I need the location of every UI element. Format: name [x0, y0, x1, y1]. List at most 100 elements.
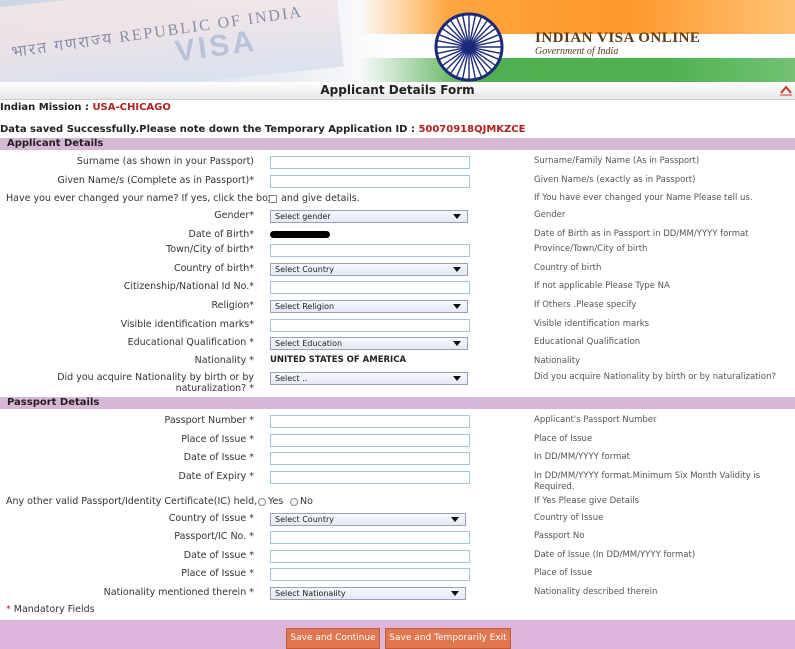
education-value: Select Education — [275, 339, 343, 348]
religion-select[interactable]: Select Religion — [270, 300, 468, 313]
gender-select[interactable]: Select gender — [270, 210, 468, 223]
ic-country-label: Country of Issue * — [168, 513, 254, 524]
ic-place-of-issue-hint: Place of Issue — [534, 568, 593, 578]
citizenship-input[interactable] — [270, 281, 470, 294]
education-hint: Educational Qualification — [534, 337, 641, 347]
save-and-exit-button[interactable]: Save and Temporarily Exit — [385, 628, 511, 649]
save-message: Data saved Successfully.Please note down… — [0, 124, 525, 135]
temporary-application-id: 50070918QJMKZCE — [418, 124, 526, 135]
nationality-value: UNITED STATES OF AMERICA — [270, 355, 407, 365]
flag-saffron-band — [360, 0, 795, 34]
other-passport-no-label: No — [300, 496, 313, 507]
date-of-issue-hint: In DD/MM/YYYY format — [534, 452, 630, 462]
citizenship-label: Citizenship/National Id No.* — [123, 281, 254, 292]
date-of-expiry-hint: In DD/MM/YYYY format.Minimum Six Month V… — [534, 471, 761, 492]
ic-number-input[interactable] — [270, 531, 470, 544]
save-and-continue-button[interactable]: Save and Continue — [286, 628, 380, 649]
identification-marks-hint: Visible identification marks — [534, 319, 650, 329]
ic-number-label: Passport/IC No. * — [174, 531, 254, 542]
date-of-expiry-label: Date of Expiry * — [178, 471, 255, 482]
mission-label: Indian Mission : — [0, 102, 93, 113]
place-of-issue-label: Place of Issue * — [181, 434, 254, 445]
ic-date-of-issue-hint: Date of Issue (In DD/MM/YYYY format) — [534, 550, 696, 560]
country-of-birth-value: Select Country — [275, 265, 335, 274]
mission-value: USA-CHICAGO — [92, 102, 171, 113]
given-name-hint: Given Name/s (exactly as in Passport) — [534, 175, 696, 185]
name-changed-checkbox[interactable] — [269, 195, 277, 203]
dropdown-arrow-icon — [451, 517, 459, 522]
dob-hint: Date of Birth as in Passport in DD/MM/YY… — [534, 229, 749, 239]
ic-date-of-issue-input[interactable] — [270, 550, 470, 563]
other-passport-yes-radio[interactable] — [258, 498, 266, 506]
acquire-nationality-select[interactable]: Select .. — [270, 372, 468, 385]
acquire-nationality-label: Did you acquire Nationality by birth or … — [57, 372, 254, 394]
page-title-bar: Applicant Details Form — [0, 82, 795, 100]
ic-date-of-issue-label: Date of Issue * — [183, 550, 254, 561]
header-banner: भारत गणराज्य REPUBLIC OF INDIA VISA INDI… — [0, 0, 795, 82]
other-passport-hint: If Yes Please give Details — [534, 496, 640, 506]
ic-place-of-issue-label: Place of Issue * — [181, 568, 254, 579]
town-label: Town/City of birth* — [166, 244, 254, 255]
ic-number-hint: Passport No — [534, 531, 585, 541]
religion-value: Select Religion — [275, 302, 335, 311]
religion-hint: If Others .Please specify — [534, 300, 637, 310]
indian-mission: Indian Mission : USA-CHICAGO — [0, 102, 171, 113]
save-message-label: Data saved Successfully.Please note down… — [0, 124, 419, 135]
other-passport-label: Any other valid Passport/Identity Certif… — [6, 496, 258, 507]
dropdown-arrow-icon — [451, 591, 459, 596]
ic-nationality-label: Nationality mentioned therein * — [103, 587, 254, 598]
place-of-issue-hint: Place of Issue — [534, 434, 593, 444]
dropdown-arrow-icon — [453, 341, 461, 346]
acquire-nationality-value: Select .. — [275, 374, 308, 383]
country-of-birth-select[interactable]: Select Country — [270, 263, 468, 276]
other-passport-yes-label: Yes — [268, 496, 284, 507]
date-of-issue-label: Date of Issue * — [183, 452, 254, 463]
dropdown-arrow-icon — [453, 304, 461, 309]
ic-nationality-hint: Nationality described therein — [534, 587, 658, 597]
brand-title: INDIAN VISA ONLINE — [535, 30, 701, 46]
surname-label: Surname (as shown in your Passport) — [76, 156, 254, 167]
ic-nationality-select[interactable]: Select Nationality — [270, 587, 466, 600]
brand-logo: INDIAN VISA ONLINE Government of India — [535, 30, 700, 57]
education-label: Educational Qualification * — [127, 337, 254, 348]
gender-hint: Gender — [534, 210, 566, 220]
surname-input[interactable] — [270, 156, 470, 169]
other-passport-no-radio[interactable] — [290, 498, 298, 506]
passport-number-hint: Applicant's Passport Number — [534, 415, 657, 425]
country-of-birth-hint: Country of birth — [534, 263, 602, 273]
flag-green-band — [360, 58, 795, 82]
name-changed-after: and give details. — [281, 193, 360, 204]
acquire-nationality-hint: Did you acquire Nationality by birth or … — [534, 372, 776, 382]
nationality-label: Nationality * — [194, 355, 254, 366]
date-of-expiry-input[interactable] — [270, 471, 470, 484]
town-hint: Province/Town/City of birth — [534, 244, 648, 254]
date-of-issue-input[interactable] — [270, 452, 470, 465]
name-changed-label: Have you ever changed your name? If yes,… — [6, 193, 274, 204]
passport-number-input[interactable] — [270, 415, 470, 428]
country-of-birth-label: Country of birth* — [173, 263, 254, 274]
section-applicant-details: Applicant Details — [0, 138, 795, 150]
section-passport-details: Passport Details — [0, 397, 795, 409]
surname-hint: Surname/Family Name (As in Passport) — [534, 156, 700, 166]
identification-marks-input[interactable] — [270, 319, 470, 332]
citizenship-hint: If not applicable Please Type NA — [534, 281, 670, 291]
town-input[interactable] — [270, 244, 470, 257]
ashoka-chakra-icon — [434, 12, 504, 82]
passport-number-label: Passport Number * — [164, 415, 254, 426]
ic-place-of-issue-input[interactable] — [270, 568, 470, 581]
chevron-up-icon[interactable] — [779, 84, 793, 96]
ic-country-value: Select Country — [275, 515, 335, 524]
dob-label: Date of Birth* — [188, 229, 254, 240]
page-title: Applicant Details Form — [320, 83, 475, 97]
name-changed-hint: If You have ever changed your Name Pleas… — [534, 193, 753, 203]
place-of-issue-input[interactable] — [270, 434, 470, 447]
given-name-input[interactable] — [270, 175, 470, 188]
gender-label: Gender* — [214, 210, 254, 221]
mandatory-fields-note: * Mandatory Fields — [6, 604, 95, 615]
given-name-label: Given Name/s (Complete as in Passport)* — [57, 175, 254, 186]
ic-nationality-value: Select Nationality — [275, 589, 346, 598]
gender-select-value: Select gender — [275, 212, 331, 221]
dropdown-arrow-icon — [453, 267, 461, 272]
education-select[interactable]: Select Education — [270, 337, 468, 350]
ic-country-select[interactable]: Select Country — [270, 513, 466, 526]
